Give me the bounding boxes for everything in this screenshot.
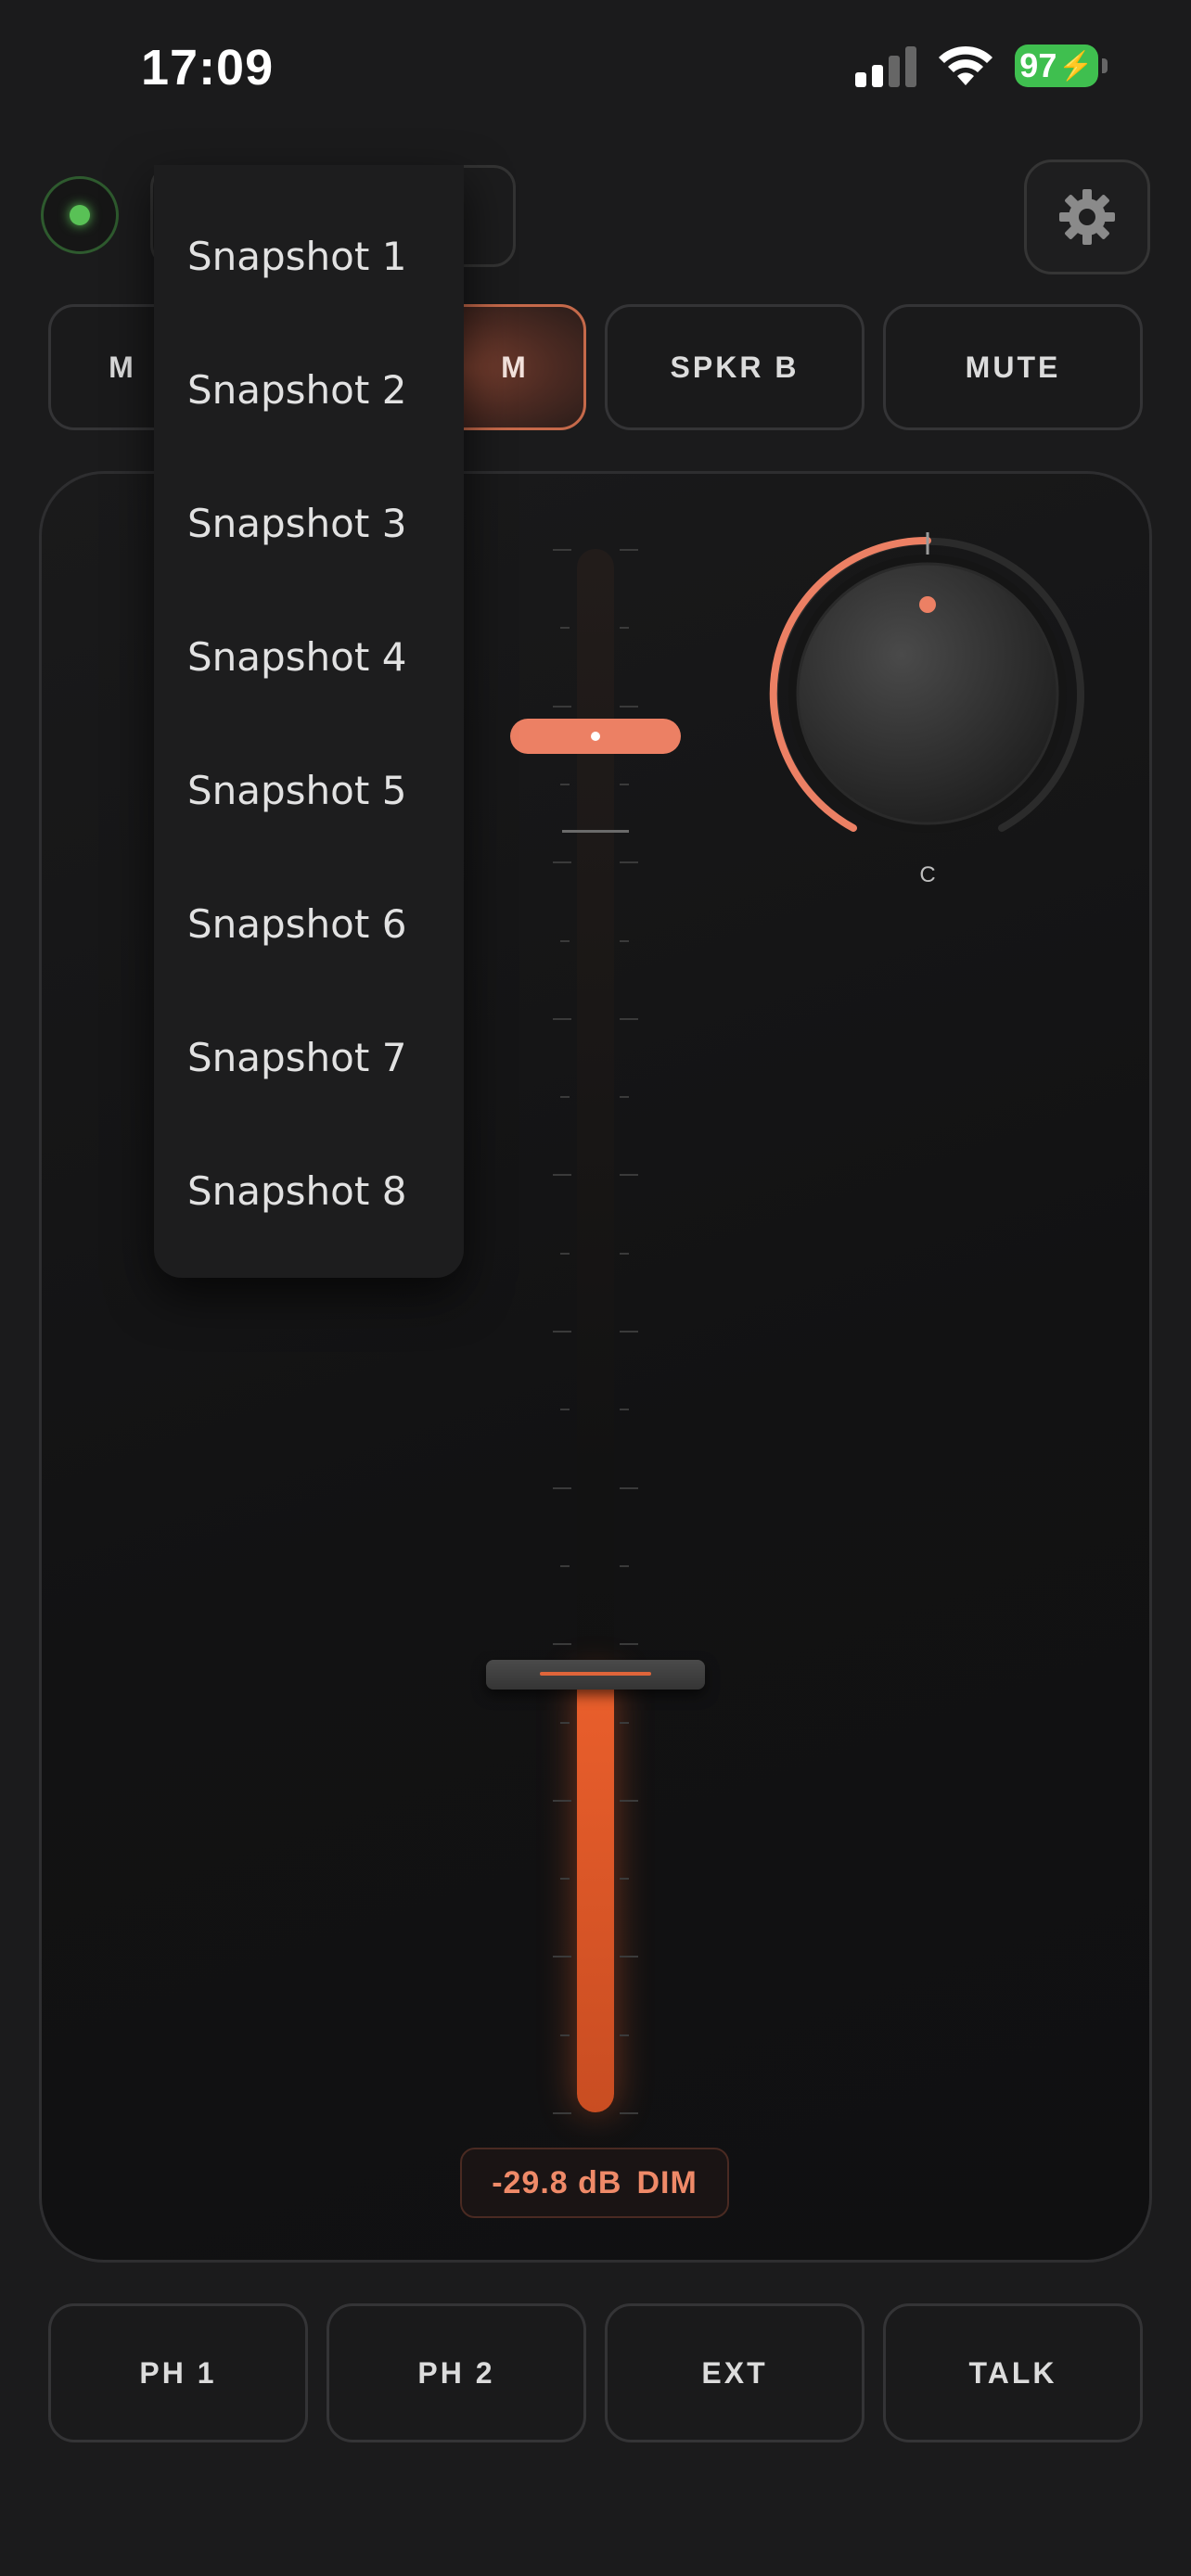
fader-tick-minor	[620, 939, 629, 942]
monitor-button-label: SPKR B	[670, 350, 800, 384]
fader-tick	[553, 1643, 571, 1646]
fader-tick	[553, 549, 571, 551]
fader-tick-minor	[560, 1252, 570, 1255]
gear-icon	[1059, 189, 1115, 245]
status-time: 17:09	[141, 40, 275, 96]
fader-fill	[577, 1674, 614, 2112]
fader-tick	[620, 1956, 638, 1958]
fader-tick	[620, 1331, 638, 1333]
speaker-b-button[interactable]: SPKR B	[605, 304, 864, 430]
ph1-button[interactable]: PH 1	[48, 2303, 308, 2442]
fader-tick-minor	[620, 1096, 629, 1099]
level-readout-mode: DIM	[636, 2164, 698, 2200]
fader-tick	[620, 861, 638, 864]
snapshot-dropdown-menu: Snapshot 1 Snapshot 2 Snapshot 3 Snapsho…	[154, 165, 464, 1278]
status-icons: 97 ⚡	[855, 45, 1108, 87]
fader-tick	[553, 1174, 571, 1177]
dim-level-handle[interactable]	[510, 719, 681, 755]
fader-tick-minor	[560, 2034, 570, 2036]
snapshot-item-4[interactable]: Snapshot 4	[187, 610, 406, 703]
fader-tick-minor	[620, 1409, 629, 1411]
fader-tick	[553, 1956, 571, 1958]
fader-tick-minor	[560, 1878, 570, 1881]
battery-charging-icon: 97 ⚡	[1015, 45, 1108, 87]
fader-tick-minor	[560, 627, 570, 630]
fader-tick	[620, 1643, 638, 1646]
fader-tick	[553, 705, 571, 708]
talk-button[interactable]: TALK	[883, 2303, 1143, 2442]
signal-icon	[855, 46, 916, 87]
fader-tick-minor	[560, 783, 570, 785]
snapshot-item-7[interactable]: Snapshot 7	[187, 1011, 406, 1103]
knob-indicator	[919, 596, 936, 613]
fader-tick	[620, 1799, 638, 1802]
fader-unity-mark	[562, 830, 629, 833]
fader-tick	[620, 1174, 638, 1177]
snapshot-item-8[interactable]: Snapshot 8	[187, 1144, 406, 1237]
center-knob[interactable]	[761, 527, 1095, 861]
fader-tick-minor	[620, 627, 629, 630]
ph1-label: PH 1	[139, 2355, 217, 2390]
fader-tick	[553, 861, 571, 864]
monitor-button-label: MUTE	[965, 350, 1061, 384]
ph2-button[interactable]: PH 2	[327, 2303, 586, 2442]
fader-tick	[620, 549, 638, 551]
fader-tick	[620, 2112, 638, 2114]
fader-tick	[553, 1799, 571, 1802]
monitor-button-label: M	[501, 350, 529, 384]
snapshot-item-1[interactable]: Snapshot 1	[187, 210, 406, 302]
fader-tick-minor	[560, 939, 570, 942]
level-readout-value: -29.8 dB	[492, 2164, 622, 2200]
mute-button[interactable]: MUTE	[883, 304, 1143, 430]
snapshot-item-6[interactable]: Snapshot 6	[187, 877, 406, 970]
battery-level: 97	[1019, 46, 1057, 84]
fader-tick-minor	[620, 1878, 629, 1881]
connection-status-led	[41, 176, 119, 254]
ext-label: EXT	[701, 2355, 768, 2390]
snapshot-item-5[interactable]: Snapshot 5	[187, 744, 406, 836]
talk-label: TALK	[968, 2355, 1057, 2390]
fader-handle[interactable]	[486, 1659, 705, 1690]
fader-tick	[553, 1486, 571, 1489]
settings-button[interactable]	[1024, 159, 1150, 274]
fader-tick-minor	[620, 1564, 629, 1567]
fader-tick-minor	[560, 1096, 570, 1099]
snapshot-item-2[interactable]: Snapshot 2	[187, 343, 406, 436]
ph2-label: PH 2	[417, 2355, 495, 2390]
fader-tick-minor	[620, 2034, 629, 2036]
fader-tick	[553, 1017, 571, 1020]
monitor-button-label: M	[109, 350, 136, 384]
fader-tick-minor	[620, 1252, 629, 1255]
knob-label: C	[919, 862, 936, 887]
fader-tick-minor	[560, 1564, 570, 1567]
fader-tick-minor	[560, 1409, 570, 1411]
wifi-icon	[939, 45, 992, 85]
fader-tick	[553, 1331, 571, 1333]
fader-tick-minor	[620, 1721, 629, 1724]
level-readout: -29.8 dB DIM	[460, 2148, 729, 2218]
fader-tick	[620, 705, 638, 708]
fader-tick-minor	[620, 783, 629, 785]
snapshot-item-3[interactable]: Snapshot 3	[187, 477, 406, 569]
ext-button[interactable]: EXT	[605, 2303, 864, 2442]
fader-tick	[620, 1486, 638, 1489]
fader-tick	[553, 2112, 571, 2114]
fader-tick-minor	[560, 1721, 570, 1724]
fader-tick	[620, 1017, 638, 1020]
